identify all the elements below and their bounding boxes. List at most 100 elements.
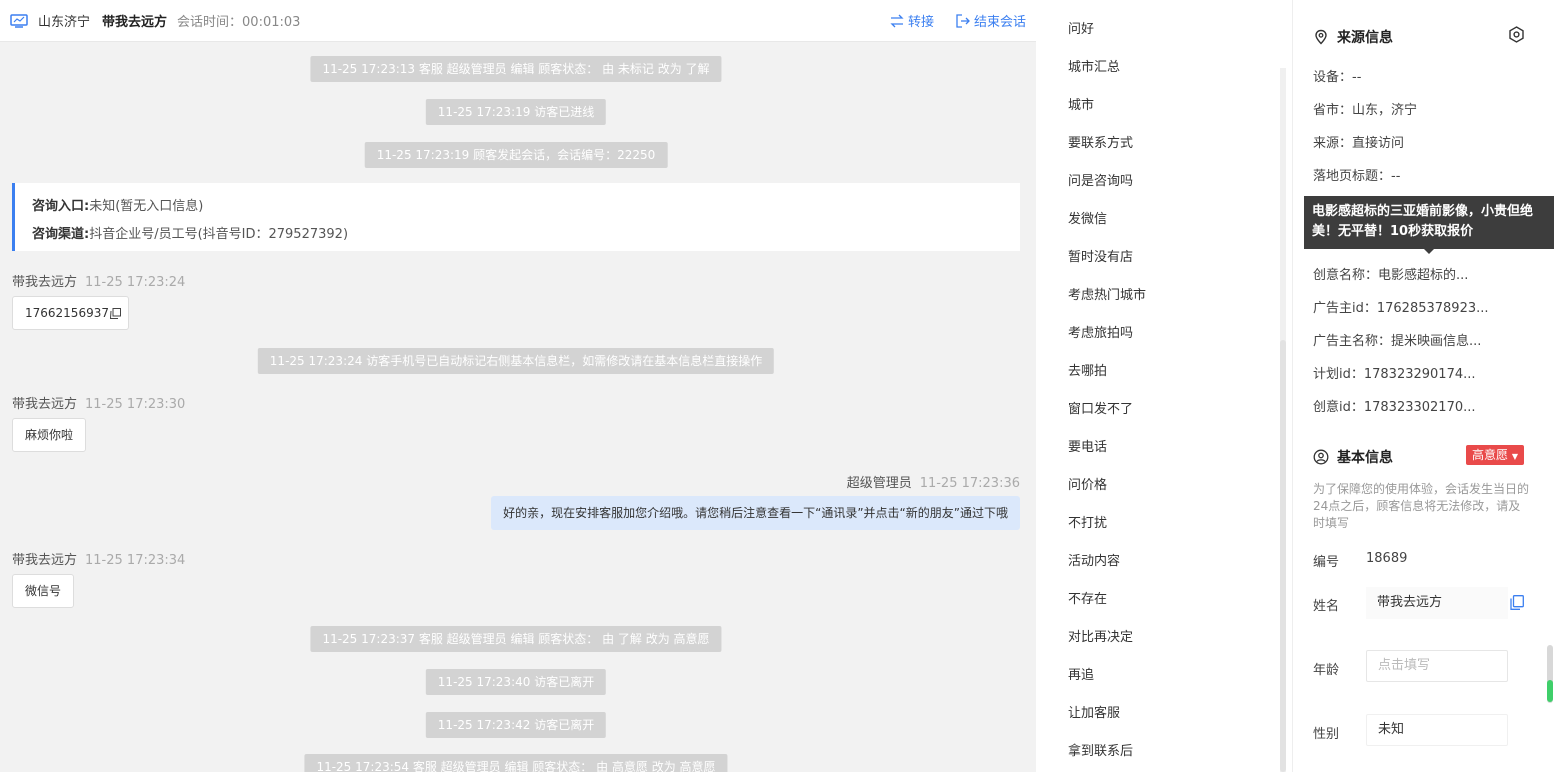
consult-info-card: 咨询入口: 未知(暂无入口信息) 咨询渠道: 抖音企业号/员工号(抖音号ID：2… bbox=[12, 183, 1020, 251]
quick-reply-item[interactable]: 城市汇总 bbox=[1068, 56, 1120, 75]
quick-reply-item[interactable]: 对比再决定 bbox=[1068, 626, 1133, 645]
system-message: 11-25 17:23:37 客服 超级管理员 编辑 顾客状态： 由 了解 改为… bbox=[310, 626, 722, 652]
source-title-text: 来源信息 bbox=[1337, 30, 1393, 46]
basic-info-title: 基本信息 bbox=[1313, 447, 1393, 467]
quick-reply-item[interactable]: 问是咨询吗 bbox=[1068, 170, 1133, 189]
name-field[interactable]: 带我去远方 bbox=[1366, 587, 1508, 619]
quick-reply-list: 问好 城市汇总 城市 要联系方式 问是咨询吗 发微信 暂时没有店 考虑热门城市 … bbox=[1052, 0, 1292, 772]
system-message: 11-25 17:23:42 访客已离开 bbox=[425, 712, 607, 738]
quick-reply-item[interactable]: 去哪拍 bbox=[1068, 360, 1107, 379]
basic-info-note: 为了保障您的使用体验，会话发生当日的24点之后，顾客信息将无法修改，请及时填写 bbox=[1313, 482, 1530, 530]
age-input[interactable]: 点击填写 bbox=[1366, 650, 1508, 682]
consult-entry-row: 咨询入口: 未知(暂无入口信息) bbox=[32, 193, 1003, 221]
message-meta: 带我去远方 11-25 17:23:34 bbox=[12, 549, 185, 568]
message-sender: 带我去远方 bbox=[12, 553, 78, 568]
quick-reply-item[interactable]: 要联系方式 bbox=[1068, 132, 1133, 151]
message-sender: 超级管理员 bbox=[846, 476, 912, 491]
scrollbar-thumb[interactable] bbox=[1280, 340, 1286, 772]
advertiser-id-row: 广告主id：176285378923... bbox=[1313, 301, 1489, 316]
quick-reply-item[interactable]: 问价格 bbox=[1068, 474, 1107, 493]
source-info-title: 来源信息 bbox=[1313, 27, 1393, 47]
agent-message-bubble[interactable]: 好的亲，现在安排客服加您介绍哦。请您稍后注意查看一下“通讯录”并点击“新的朋友”… bbox=[491, 496, 1020, 530]
scroll-indicator bbox=[1547, 680, 1553, 702]
visitor-message-bubble[interactable]: 17662156937 bbox=[12, 296, 129, 330]
quick-reply-item[interactable]: 考虑旅拍吗 bbox=[1068, 322, 1133, 341]
creative-name-tooltip: 电影感超标的三亚婚前影像，小贵但绝美！无平替！10秒获取报价 bbox=[1304, 196, 1554, 249]
consult-channel-row: 咨询渠道: 抖音企业号/员工号(抖音号ID：279527392) bbox=[32, 221, 1003, 249]
location-pin-icon bbox=[1315, 29, 1327, 45]
id-value: 18689 bbox=[1366, 551, 1408, 566]
plan-id-row: 计划id：178323290174... bbox=[1313, 367, 1476, 382]
message-text: 麻烦你啦 bbox=[25, 428, 74, 442]
message-text: 微信号 bbox=[25, 584, 62, 598]
creative-id-row: 创意id：178323302170... bbox=[1313, 400, 1476, 415]
chat-panel: 山东济宁 带我去远方 会话时间：00:01:03 转接 结束会话 11-25 1… bbox=[0, 0, 1036, 772]
basic-title-text: 基本信息 bbox=[1337, 450, 1393, 466]
message-time: 11-25 17:23:34 bbox=[85, 553, 186, 568]
intent-status-dropdown[interactable]: 高意愿 ▼ bbox=[1466, 445, 1524, 465]
exit-icon bbox=[956, 13, 970, 28]
consult-entry-label: 咨询入口: bbox=[32, 199, 90, 214]
visitor-name: 带我去远方 bbox=[102, 15, 168, 30]
quick-reply-item[interactable]: 窗口发不了 bbox=[1068, 398, 1133, 417]
quick-reply-item[interactable]: 问好 bbox=[1068, 18, 1094, 37]
end-session-label: 结束会话 bbox=[973, 15, 1026, 30]
source-row: 来源：直接访问 bbox=[1313, 136, 1405, 151]
message-time: 11-25 17:23:24 bbox=[85, 275, 186, 290]
consult-channel-label: 咨询渠道: bbox=[32, 227, 90, 242]
device-row: 设备：-- bbox=[1313, 70, 1362, 85]
message-sender: 带我去远方 bbox=[12, 397, 78, 412]
copy-icon[interactable] bbox=[109, 308, 121, 319]
quick-reply-item[interactable]: 不存在 bbox=[1068, 588, 1107, 607]
transfer-button[interactable]: 转接 bbox=[890, 11, 934, 30]
quick-reply-item[interactable]: 暂时没有店 bbox=[1068, 246, 1133, 265]
quick-reply-item[interactable]: 考虑热门城市 bbox=[1068, 284, 1146, 303]
quick-reply-item[interactable]: 再追 bbox=[1068, 664, 1094, 683]
quick-reply-item[interactable]: 城市 bbox=[1068, 94, 1094, 113]
visitor-info-panel: 来源信息 设备：-- 省市：山东，济宁 来源：直接访问 落地页标题：-- 创意名… bbox=[1292, 0, 1557, 772]
transfer-icon bbox=[890, 14, 904, 27]
quick-reply-item[interactable]: 不打扰 bbox=[1068, 512, 1107, 531]
visitor-message-bubble[interactable]: 微信号 bbox=[12, 574, 75, 608]
id-label: 编号 bbox=[1313, 555, 1340, 570]
session-time: 会话时间：00:01:03 bbox=[177, 15, 301, 30]
quick-reply-item[interactable]: 要电话 bbox=[1068, 436, 1107, 455]
copy-icon[interactable] bbox=[1510, 595, 1524, 610]
advertiser-name-row: 广告主名称：提米映画信息... bbox=[1313, 334, 1482, 349]
quick-reply-item[interactable]: 让加客服 bbox=[1068, 702, 1120, 721]
settings-icon[interactable] bbox=[1508, 26, 1525, 43]
province-city-row: 省市：山东，济宁 bbox=[1313, 103, 1418, 118]
quick-reply-scrollbar[interactable] bbox=[1280, 68, 1286, 772]
system-message: 11-25 17:23:24 访客手机号已自动标记右侧基本信息栏，如需修改请在基… bbox=[257, 348, 775, 374]
visitor-message-bubble[interactable]: 麻烦你啦 bbox=[12, 418, 87, 452]
chat-header: 山东济宁 带我去远方 会话时间：00:01:03 转接 结束会话 bbox=[0, 0, 1036, 42]
quick-reply-item[interactable]: 发微信 bbox=[1068, 208, 1107, 227]
caret-down-icon: ▼ bbox=[1511, 452, 1518, 461]
landing-title-row: 落地页标题：-- bbox=[1313, 169, 1401, 184]
message-meta: 带我去远方 11-25 17:23:24 bbox=[12, 271, 185, 290]
message-time: 11-25 17:23:36 bbox=[919, 476, 1020, 491]
message-meta: 带我去远方 11-25 17:23:30 bbox=[12, 393, 185, 412]
consult-entry-value: 未知(暂无入口信息) bbox=[89, 199, 204, 214]
gender-label: 性别 bbox=[1313, 727, 1340, 742]
visitor-city: 山东济宁 bbox=[38, 15, 91, 30]
message-meta: 超级管理员 11-25 17:23:36 bbox=[847, 472, 1020, 491]
consult-channel-value: 抖音企业号/员工号(抖音号ID：279527392) bbox=[89, 227, 349, 242]
monitor-icon bbox=[10, 13, 28, 28]
age-label: 年龄 bbox=[1313, 663, 1340, 678]
end-session-button[interactable]: 结束会话 bbox=[956, 11, 1026, 30]
header-actions: 转接 结束会话 bbox=[890, 11, 1026, 30]
quick-reply-item[interactable]: 活动内容 bbox=[1068, 550, 1120, 569]
system-message: 11-25 17:23:19 顾客发起会话，会话编号：22250 bbox=[364, 142, 668, 168]
transfer-label: 转接 bbox=[907, 15, 934, 30]
message-text: 17662156937 bbox=[25, 306, 109, 320]
gender-select[interactable]: 未知 bbox=[1366, 714, 1508, 746]
system-message: 11-25 17:23:40 访客已离开 bbox=[425, 669, 607, 695]
user-circle-icon bbox=[1313, 449, 1329, 465]
app-root: 山东济宁 带我去远方 会话时间：00:01:03 转接 结束会话 11-25 1… bbox=[0, 0, 1557, 772]
quick-reply-item[interactable]: 拿到联系后 bbox=[1068, 740, 1133, 759]
system-message: 11-25 17:23:54 客服 超级管理员 编辑 顾客状态： 由 高意愿 改… bbox=[304, 754, 728, 772]
message-sender: 带我去远方 bbox=[12, 275, 78, 290]
intent-status-label: 高意愿 bbox=[1472, 448, 1509, 462]
creative-name-row[interactable]: 创意名称：电影感超标的... bbox=[1313, 264, 1468, 283]
